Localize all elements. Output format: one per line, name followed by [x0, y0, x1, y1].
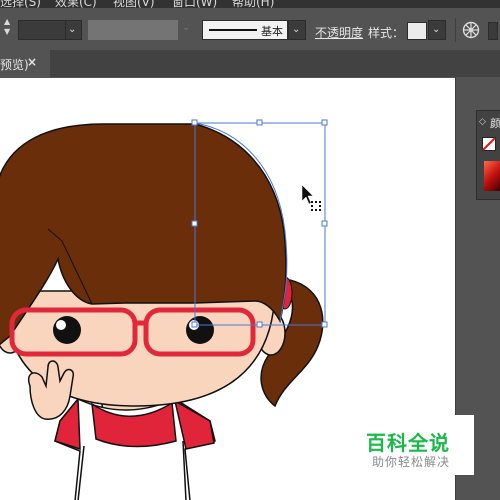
document-tab-bar: 预览) × [0, 50, 500, 77]
eye-highlight-left [56, 320, 66, 330]
none-swatch-icon[interactable] [482, 137, 496, 151]
divider [455, 18, 456, 42]
stroke-line-preview [209, 29, 257, 31]
stroke-weight-dropdown[interactable]: ⌄ [66, 20, 82, 40]
panel-collapse-icon[interactable]: ◇ [479, 117, 486, 127]
graphic-style-dropdown[interactable]: ⌄ [428, 20, 446, 40]
document-tab-title: 预览) [0, 58, 29, 72]
document-tab[interactable]: 预览) × [0, 50, 50, 77]
menu-view[interactable]: 视图(V) [113, 0, 155, 8]
menu-window[interactable]: 窗口(W) [172, 0, 217, 8]
graphic-style-swatch[interactable] [407, 22, 427, 40]
color-panel[interactable]: ◇ 颜 [476, 110, 500, 200]
brush-profile-dropdown[interactable]: 基本 [202, 20, 288, 40]
chevron-down-icon: ⌄ [292, 24, 301, 35]
opacity-label[interactable]: 不透明度 [315, 24, 363, 41]
close-icon[interactable]: × [27, 55, 37, 69]
chevron-down-icon: ⌄ [182, 22, 191, 33]
cursor-scale-icon [311, 201, 321, 211]
color-panel-title: 颜 [490, 117, 500, 130]
menu-help[interactable]: 帮助(H) [232, 0, 274, 8]
style-label: 样式： [368, 26, 405, 40]
variable-width-field[interactable] [88, 20, 178, 40]
stepper-icon[interactable]: ▲ ▼ [4, 17, 10, 37]
chevron-down-icon: ⌄ [68, 24, 77, 35]
brush-profile-label: 基本 [261, 25, 283, 38]
control-bar: ▲ ▼ ⌄ ⌄ 基本 ⌄ 不透明度 样式： ⌄ [0, 8, 500, 50]
panel-menu-button[interactable] [488, 22, 498, 40]
chevron-down-icon: ⌄ [432, 24, 441, 35]
watermark-title: 百科全说 [366, 431, 450, 455]
menu-select[interactable]: 选择(S) [0, 0, 41, 8]
stroke-weight-field[interactable] [18, 20, 66, 40]
watermark-subtitle: 助你轻松解决 [372, 455, 451, 469]
watermark-logo: 百科全说 助你轻松解决 [354, 415, 474, 475]
color-spectrum[interactable] [484, 161, 500, 191]
brush-profile-chevron[interactable]: ⌄ [288, 20, 306, 40]
menu-bar: 选择(S) 效果(C) 视图(V) 窗口(W) 帮助(H) [0, 0, 500, 8]
character-eye-right [186, 316, 214, 344]
menu-effect[interactable]: 效果(C) [55, 0, 97, 8]
recolor-artwork-icon[interactable] [462, 21, 480, 39]
character-eye-left [53, 316, 81, 344]
